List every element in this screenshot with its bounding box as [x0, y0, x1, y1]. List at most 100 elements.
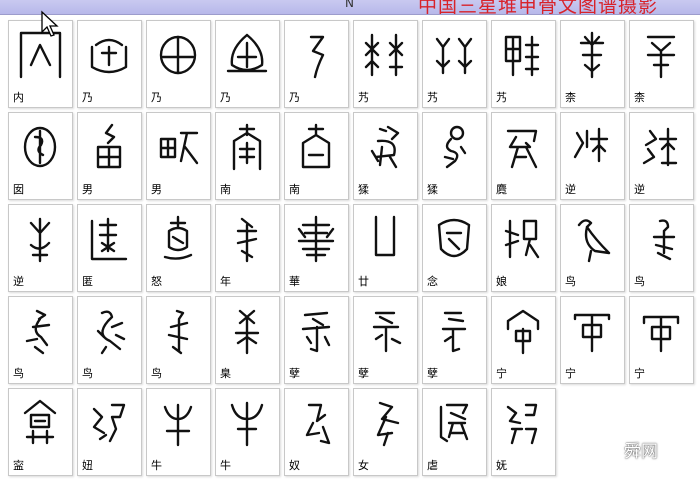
oracle-glyph: [439, 403, 469, 443]
oracle-glyph: [506, 309, 540, 355]
glyph-cell[interactable]: 乃: [77, 20, 142, 108]
glyph-label: 娘: [496, 275, 507, 288]
glyph-label: 柰: [634, 91, 645, 104]
oracle-glyph: [652, 219, 676, 261]
glyph-cell[interactable]: 鸟: [629, 204, 694, 292]
glyph-cell[interactable]: 女: [353, 388, 418, 476]
oracle-glyph: [25, 309, 51, 355]
glyph-cell[interactable]: 乃: [146, 20, 211, 108]
oracle-glyph: [163, 403, 193, 447]
watermark: 舜网: [592, 437, 658, 462]
glyph-cell[interactable]: 孽: [353, 296, 418, 384]
glyph-cell[interactable]: 逆: [629, 112, 694, 200]
glyph-cell[interactable]: 妩: [491, 388, 556, 476]
oracle-glyph: [573, 127, 609, 163]
glyph-cell[interactable]: 廿: [353, 204, 418, 292]
glyph-cell[interactable]: 寍: [8, 388, 73, 476]
glyph-cell[interactable]: 乃: [284, 20, 349, 108]
glyph-label: 妩: [496, 459, 507, 472]
glyph-label: 麑: [496, 183, 507, 196]
glyph-cell[interactable]: 鸟: [146, 296, 211, 384]
oracle-glyph: [437, 218, 471, 258]
glyph-cell[interactable]: 柰: [560, 20, 625, 108]
glyph-cell[interactable]: 猱: [353, 112, 418, 200]
glyph-label: 艿: [496, 91, 507, 104]
glyph-cell[interactable]: 牛: [146, 388, 211, 476]
glyph-cell[interactable]: 男: [77, 112, 142, 200]
glyph-cell[interactable]: 虐: [422, 388, 487, 476]
oracle-glyph: [159, 35, 197, 75]
glyph-label: 鸟: [13, 367, 24, 380]
glyph-label: 宁: [496, 367, 507, 380]
glyph-cell[interactable]: 艿: [491, 20, 556, 108]
glyph-cell[interactable]: 逆: [560, 112, 625, 200]
glyph-label: 念: [427, 275, 438, 288]
oracle-glyph: [90, 217, 128, 261]
glyph-cell[interactable]: 臬: [215, 296, 280, 384]
n-label: N: [345, 0, 354, 10]
glyph-label: 匿: [82, 275, 93, 288]
oracle-glyph: [167, 309, 189, 355]
watermark-text: 舜网: [624, 442, 658, 462]
glyph-cell[interactable]: 猱: [422, 112, 487, 200]
glyph-label: 華: [289, 275, 300, 288]
glyph-cell[interactable]: 年: [215, 204, 280, 292]
glyph-cell[interactable]: 怒: [146, 204, 211, 292]
glyph-label: 虐: [427, 459, 438, 472]
glyph-cell[interactable]: 孽: [284, 296, 349, 384]
oracle-glyph: [29, 217, 51, 263]
glyph-cell[interactable]: 奴: [284, 388, 349, 476]
glyph-label: 乃: [220, 91, 231, 104]
glyph-label: 乃: [289, 91, 300, 104]
glyph-cell[interactable]: 艿: [353, 20, 418, 108]
glyph-cell[interactable]: 宁: [560, 296, 625, 384]
glyph-grid: 内 乃 乃 乃 乃 艿 艿 艿 柰 柰 囡 男 男 南 南 猱 猱 麑 逆 逆 …: [8, 20, 698, 480]
oracle-glyph: [443, 125, 467, 169]
oracle-glyph: [236, 217, 258, 263]
oracle-glyph: [92, 403, 126, 443]
glyph-label: 寍: [13, 459, 24, 472]
glyph-label: 猱: [358, 183, 369, 196]
header-bar: N 中国三星堆甲骨文图谱摄影: [0, 0, 700, 15]
glyph-cell[interactable]: 南: [215, 112, 280, 200]
glyph-cell[interactable]: 乃: [215, 20, 280, 108]
glyph-label: 孽: [289, 367, 300, 380]
glyph-cell[interactable]: 南: [284, 112, 349, 200]
glyph-cell[interactable]: 妞: [77, 388, 142, 476]
glyph-label: 艿: [427, 91, 438, 104]
glyph-label: 怒: [151, 275, 162, 288]
glyph-label: 柰: [565, 91, 576, 104]
glyph-cell[interactable]: 柰: [629, 20, 694, 108]
glyph-label: 牛: [151, 459, 162, 472]
glyph-label: 鸟: [82, 367, 93, 380]
glyph-cell[interactable]: 匿: [77, 204, 142, 292]
glyph-cell[interactable]: 麑: [491, 112, 556, 200]
oracle-glyph: [301, 123, 331, 169]
glyph-cell[interactable]: 囡: [8, 112, 73, 200]
oracle-glyph: [305, 403, 331, 445]
oracle-glyph: [96, 123, 122, 169]
glyph-label: 宁: [634, 367, 645, 380]
glyph-label: 孽: [358, 367, 369, 380]
glyph-cell[interactable]: 男: [146, 112, 211, 200]
oracle-glyph: [297, 215, 335, 263]
oracle-glyph: [646, 35, 676, 79]
glyph-cell[interactable]: 華: [284, 204, 349, 292]
glyph-cell[interactable]: 宁: [491, 296, 556, 384]
glyph-cell[interactable]: 鸟: [8, 296, 73, 384]
glyph-cell[interactable]: 念: [422, 204, 487, 292]
glyph-cell[interactable]: 宁: [629, 296, 694, 384]
oracle-glyph: [96, 310, 126, 355]
oracle-glyph: [435, 37, 473, 75]
glyph-cell[interactable]: 孽: [422, 296, 487, 384]
glyph-label: 艿: [358, 91, 369, 104]
glyph-cell[interactable]: 逆: [8, 204, 73, 292]
glyph-cell[interactable]: 鸟: [560, 204, 625, 292]
oracle-glyph: [374, 215, 396, 257]
glyph-cell[interactable]: 娘: [491, 204, 556, 292]
glyph-cell[interactable]: 艿: [422, 20, 487, 108]
mouse-pointer-icon: [41, 10, 59, 37]
glyph-cell[interactable]: 牛: [215, 388, 280, 476]
glyph-label: 逆: [565, 183, 576, 196]
glyph-cell[interactable]: 鸟: [77, 296, 142, 384]
